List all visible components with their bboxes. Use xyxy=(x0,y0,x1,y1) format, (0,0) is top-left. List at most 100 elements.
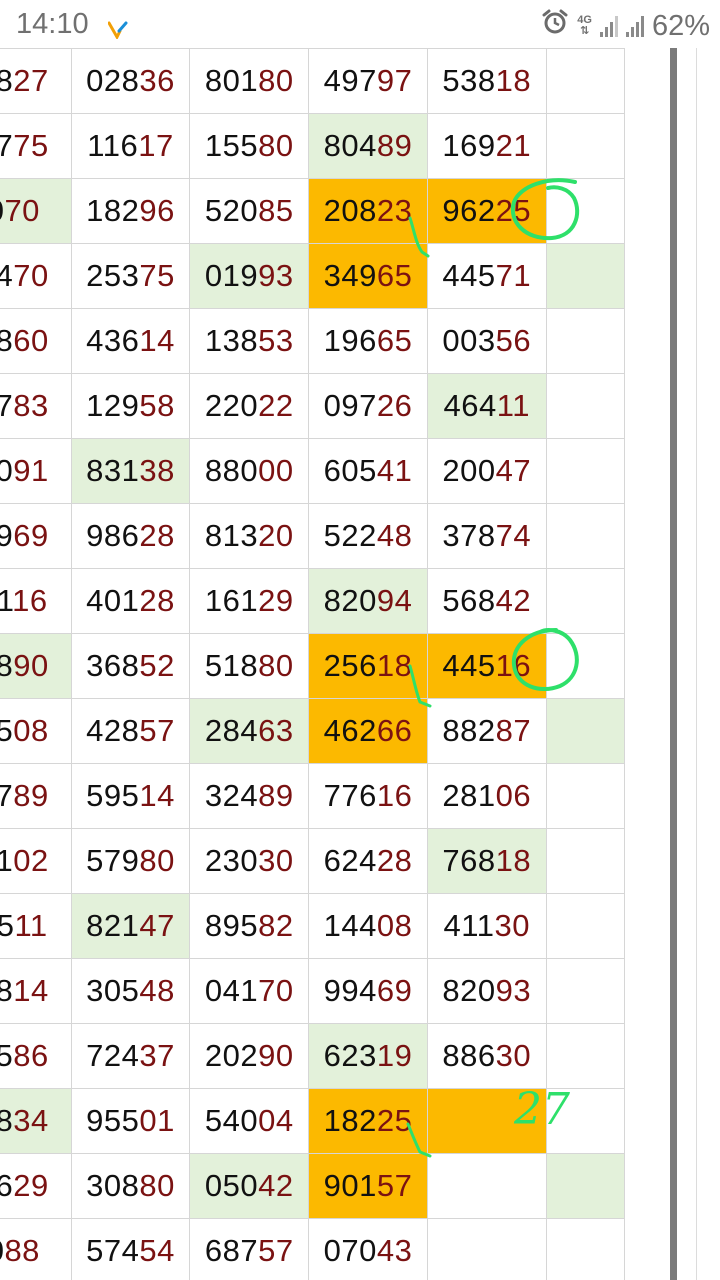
number-tail: 25 xyxy=(495,193,532,228)
results-table: 3827028368018049797538187775116171558080… xyxy=(0,48,626,1280)
number-head: 776 xyxy=(323,778,377,813)
number-tail: 42 xyxy=(495,583,532,618)
number-tail: 83 xyxy=(13,388,49,423)
result-cell: 070 xyxy=(0,178,72,244)
number-head: 45 xyxy=(0,908,15,943)
result-cell: 44571 xyxy=(426,243,547,309)
number-head: 568 xyxy=(442,583,496,618)
number-head: 256 xyxy=(323,648,377,683)
result-cell: 20047 xyxy=(426,438,547,504)
number-tail: 14 xyxy=(13,973,49,1008)
result-cell: 25618 xyxy=(308,633,428,699)
result-cell: 3834 xyxy=(0,1088,72,1154)
number-tail: 30 xyxy=(495,1038,532,1073)
result-cell: 20823 xyxy=(308,178,428,244)
number-head: 144 xyxy=(323,908,377,943)
number-head: 801 xyxy=(204,63,259,98)
number-tail: 89 xyxy=(13,778,49,813)
number-head: 445 xyxy=(442,648,496,683)
table-row: 796998628813205224837874 xyxy=(0,503,626,569)
number-head: 962 xyxy=(442,193,496,228)
number-tail: 29 xyxy=(13,1168,49,1203)
number-head: 202 xyxy=(204,1038,259,1073)
result-cell: 20290 xyxy=(189,1023,310,1089)
status-bar: 14:10 4G ⇅ 62% xyxy=(0,0,720,48)
empty-cell xyxy=(545,633,626,699)
number-tail: 47 xyxy=(495,453,532,488)
number-head: 813 xyxy=(204,518,259,553)
number-tail: 08 xyxy=(13,713,49,748)
number-tail: 14 xyxy=(139,778,175,813)
number-tail: 70 xyxy=(13,258,49,293)
result-cell: 98628 xyxy=(70,503,191,569)
results-grid[interactable]: 3827028368018049797538187775116171558080… xyxy=(0,48,670,1280)
number-tail: 48 xyxy=(376,518,413,553)
result-cell: 51880 xyxy=(189,633,310,699)
number-head: 161 xyxy=(204,583,259,618)
number-tail: 86 xyxy=(13,1038,49,1073)
status-time: 14:10 xyxy=(16,8,89,40)
empty-cell xyxy=(545,828,626,894)
number-head: 462 xyxy=(323,713,377,748)
result-cell: 62319 xyxy=(308,1023,428,1089)
result-cell: 95501 xyxy=(70,1088,191,1154)
table-row: 311640128161298209456842 xyxy=(0,568,626,634)
number-head: 324 xyxy=(204,778,259,813)
result-cell: 16921 xyxy=(426,113,547,179)
number-tail: 82 xyxy=(258,908,294,943)
number-tail: 47 xyxy=(139,908,175,943)
result-cell: 3860 xyxy=(0,308,72,374)
number-head: 019 xyxy=(204,258,259,293)
result-cell: 37874 xyxy=(426,503,547,569)
number-head: 31 xyxy=(0,583,13,618)
result-cell: 83138 xyxy=(70,438,191,504)
number-head: 574 xyxy=(86,1233,140,1268)
number-tail: 75 xyxy=(13,128,49,163)
table-row: 3834955015400418225 xyxy=(0,1088,626,1154)
app-logo-icon xyxy=(107,14,128,47)
number-tail: 28 xyxy=(376,843,413,878)
table-row: 378312958220220972646411 xyxy=(0,373,626,439)
number-tail: 20 xyxy=(258,518,294,553)
result-cell: 43614 xyxy=(70,308,191,374)
empty-cell xyxy=(545,373,626,439)
result-cell: 14408 xyxy=(308,893,428,959)
result-cell: 3091 xyxy=(0,438,72,504)
result-cell: 96225 xyxy=(426,178,547,244)
number-tail: 34 xyxy=(13,1103,49,1138)
number-tail: 65 xyxy=(376,323,413,358)
number-head: 38 xyxy=(0,1103,14,1138)
scrollbar[interactable] xyxy=(670,48,677,1280)
result-cell: 18225 xyxy=(308,1088,428,1154)
result-cell: 09726 xyxy=(308,373,428,439)
result-cell: 36852 xyxy=(70,633,191,699)
empty-cell xyxy=(545,48,626,114)
result-cell: 22022 xyxy=(189,373,310,439)
number-tail: 69 xyxy=(376,973,413,1008)
table-row: 386043614138531966500356 xyxy=(0,308,626,374)
number-head: 116 xyxy=(87,128,139,163)
number-head: 220 xyxy=(204,388,259,423)
number-tail: 29 xyxy=(258,583,294,618)
number-head: 08 xyxy=(0,973,14,1008)
number-head: 37 xyxy=(0,388,14,423)
number-tail: 57 xyxy=(258,1233,294,1268)
result-cell: 80489 xyxy=(308,113,428,179)
network-indicator: 4G ⇅ xyxy=(577,15,592,37)
result-cell: 72437 xyxy=(70,1023,191,1089)
number-head: 401 xyxy=(86,583,140,618)
number-tail: 93 xyxy=(258,258,294,293)
result-cell: 46411 xyxy=(426,373,547,439)
number-head: 028 xyxy=(86,63,140,98)
number-head: 129 xyxy=(86,388,140,423)
result-cell: 088 xyxy=(0,1218,72,1280)
number-head: 305 xyxy=(86,973,140,1008)
number-tail: 57 xyxy=(139,713,175,748)
number-tail: 37 xyxy=(139,1038,175,1073)
number-head: 831 xyxy=(86,453,140,488)
table-row: 309183138880006054120047 xyxy=(0,438,626,504)
result-cell: 01993 xyxy=(189,243,310,309)
number-tail: 27 xyxy=(13,63,49,98)
table-row: 389036852518802561844516 xyxy=(0,633,626,699)
empty-cell xyxy=(545,113,626,179)
